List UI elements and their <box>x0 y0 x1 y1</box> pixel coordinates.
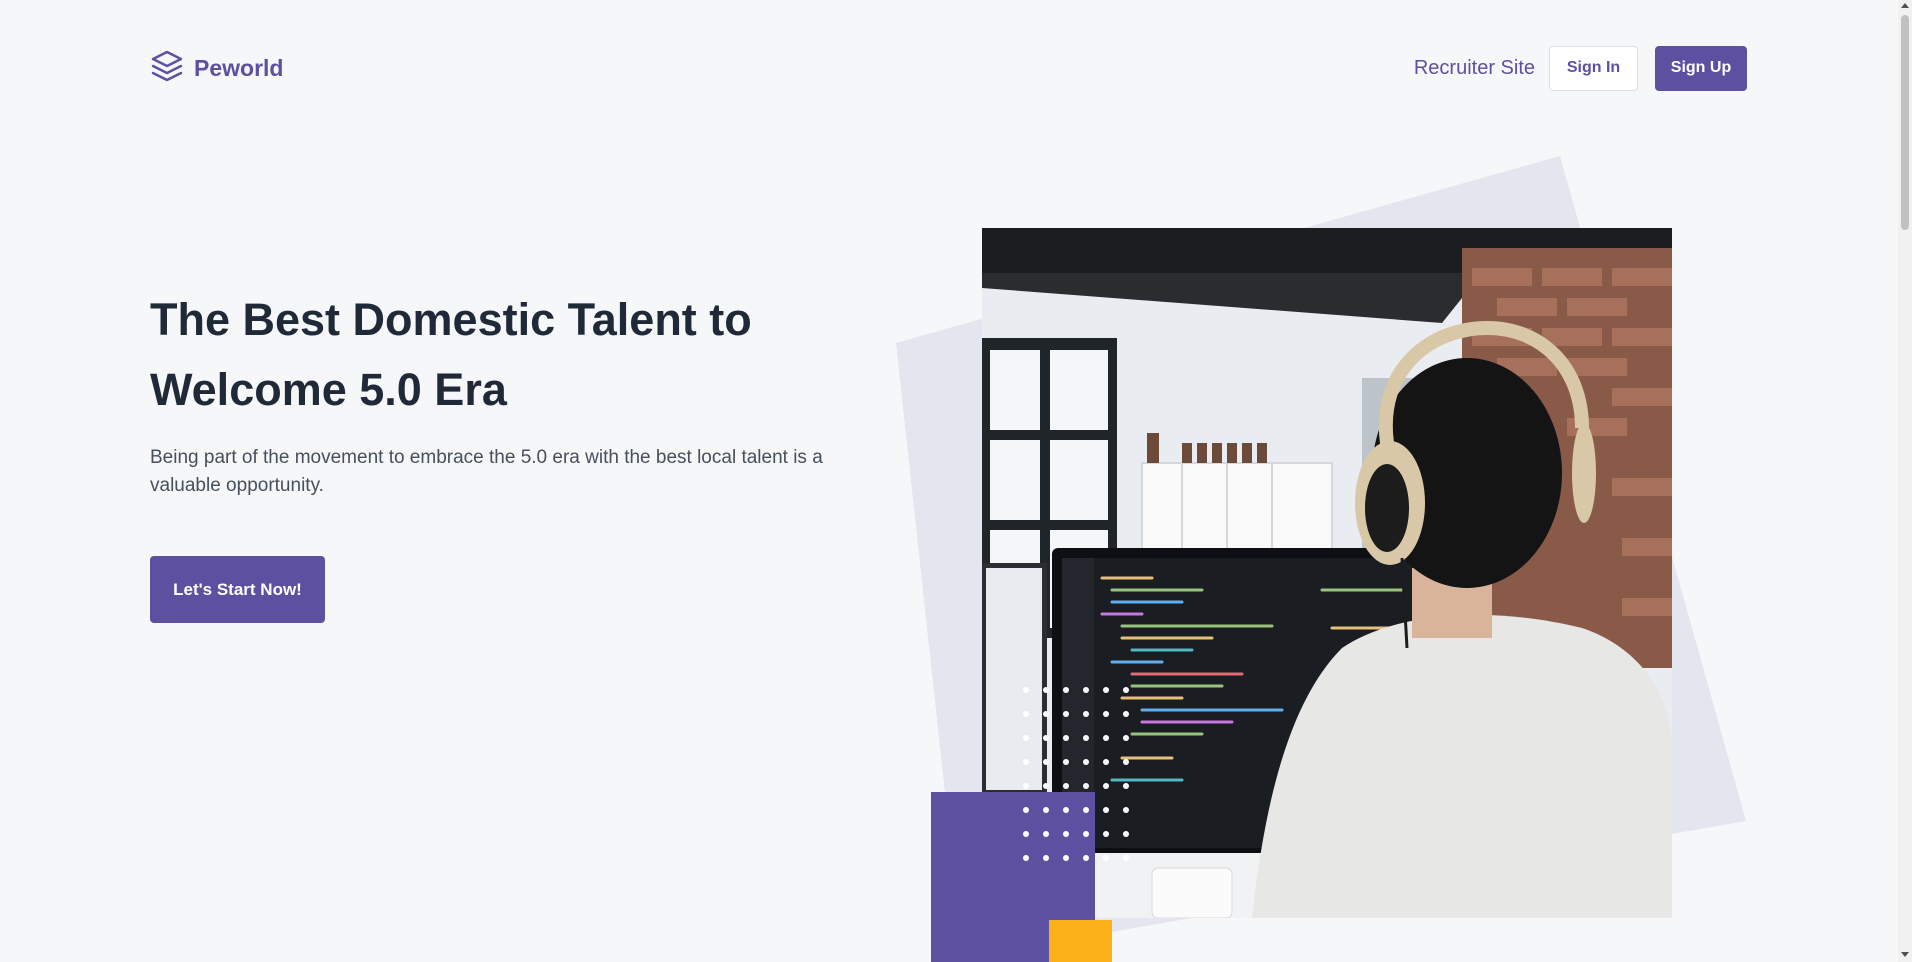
decorative-dot-grid <box>1023 687 1129 861</box>
vertical-scrollbar[interactable] <box>1898 0 1912 962</box>
navbar: Peworld Recruiter Site Sign In Sign Up <box>150 45 1747 91</box>
hero-visual <box>880 150 1760 962</box>
sign-up-button[interactable]: Sign Up <box>1655 45 1747 91</box>
hero-description: Being part of the movement to embrace th… <box>150 447 823 496</box>
recruiter-site-link[interactable]: Recruiter Site <box>1414 57 1535 80</box>
nav-actions: Recruiter Site Sign In Sign Up <box>1414 45 1747 91</box>
decorative-yellow-square <box>1049 920 1112 962</box>
brand-logo[interactable]: Peworld <box>150 49 283 88</box>
sign-in-button[interactable]: Sign In <box>1549 45 1638 91</box>
scroll-down-arrow-icon[interactable] <box>1901 952 1909 957</box>
scrollbar-thumb[interactable] <box>1901 15 1909 230</box>
scroll-up-arrow-icon[interactable] <box>1901 3 1909 8</box>
start-now-button[interactable]: Let's Start Now! <box>150 556 325 623</box>
brand-name: Peworld <box>194 54 284 81</box>
hero-title: The Best Domestic Talent to Welcome 5.0 … <box>150 294 752 415</box>
layers-icon <box>150 49 184 88</box>
